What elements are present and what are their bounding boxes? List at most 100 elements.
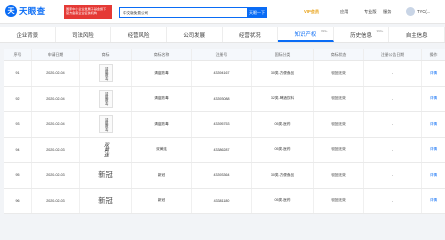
nav-service[interactable]: 服务 xyxy=(383,9,391,15)
col-name: 商标名称 xyxy=(132,49,192,60)
cell-name: 清瘟败毒 xyxy=(132,61,192,86)
search-button-label: 天眼一下 xyxy=(249,9,265,15)
tab-badge: 999+ xyxy=(320,28,328,33)
detail-link[interactable]: 详情 xyxy=(422,112,445,137)
cell-name: 清瘟败毒 xyxy=(132,112,192,137)
section-tabs: 企业背景 司法风险 经营风险 公司发展 经营状况 知识产权 999+ 历史信息 99… xyxy=(0,27,445,43)
trademark-table: 序号 申请日期 商标 商标名称 注册号 国际分类 商标状态 注册公告日期 操作 … xyxy=(4,49,445,214)
cell-mark: 清瘟败毒 xyxy=(80,86,132,111)
cell-notice-date: - xyxy=(364,112,422,137)
logo-text: 天眼查 xyxy=(19,6,46,16)
cell-class: 05类-医药 xyxy=(252,188,314,213)
cell-mark: 清瘟败毒 xyxy=(80,61,132,86)
col-status[interactable]: 商标状态 xyxy=(314,49,364,60)
trademark-image[interactable]: 新冠 xyxy=(98,196,112,206)
cell-date: 2020-02-04 xyxy=(32,86,80,111)
trademark-image[interactable]: 双黄连 xyxy=(103,142,109,157)
table-header: 序号 申请日期 商标 商标名称 注册号 国际分类 商标状态 注册公告日期 操作 xyxy=(4,49,445,61)
cell-mark: 双黄连 xyxy=(80,137,132,162)
trademark-image[interactable]: 新冠 xyxy=(98,170,112,180)
cell-status: 驳回无效 xyxy=(314,86,364,111)
trademark-image[interactable]: 清瘟败毒 xyxy=(98,89,113,108)
nav-pro[interactable]: 专业版 xyxy=(364,9,377,15)
cell-date: 2020-02-03 xyxy=(32,163,80,188)
cell-index: 93 xyxy=(4,112,32,137)
trademark-image[interactable]: 清瘟败毒 xyxy=(98,64,113,83)
logo-icon: 天 xyxy=(5,5,17,17)
tab-intellectual-property[interactable]: 知识产权 999+ xyxy=(278,27,334,42)
col-reg-no: 注册号 xyxy=(192,49,252,60)
tab-judicial-risk[interactable]: 司法风险 xyxy=(56,27,112,42)
user-avatar[interactable] xyxy=(406,7,415,16)
cell-class: 30类-方便食品 xyxy=(252,61,314,86)
promo-line-2: 官方备案企业征信机构 xyxy=(66,11,97,15)
table-row: 93 2020-02-04 清瘟败毒 清瘟败毒 43395753 05类-医药 驳回无效 - 详… xyxy=(4,112,445,138)
cell-notice-date: - xyxy=(364,163,422,188)
detail-link[interactable]: 详情 xyxy=(422,189,445,214)
detail-link[interactable]: 详情 xyxy=(422,87,445,112)
cell-date: 2020-02-03 xyxy=(32,137,80,162)
nav-apps[interactable]: 应用 xyxy=(340,9,348,15)
table-row: 91 2020-02-04 清瘟败毒 清瘟败毒 43394167 30类-方便食品 驳回无效… xyxy=(4,61,445,87)
col-action: 操作 xyxy=(429,51,438,57)
cell-index: 95 xyxy=(4,163,32,188)
cell-mark: 新冠 xyxy=(80,188,132,213)
cell-status: 驳回无效 xyxy=(314,163,364,188)
detail-link[interactable]: 详情 xyxy=(422,138,445,163)
cell-reg-no: 43395753 xyxy=(192,112,252,137)
table-row: 96 2020-02-03 新冠 新冠 43381180 05类-医药 驳回无效 - 详情 xyxy=(4,188,445,214)
col-mark: 商标 xyxy=(80,49,132,60)
site-logo[interactable]: 天 天眼查 xyxy=(5,5,45,17)
tab-operations[interactable]: 经营状况 xyxy=(223,27,279,42)
nav-vip[interactable]: VIP会员 xyxy=(304,9,319,15)
cell-index: 91 xyxy=(4,61,32,86)
promo-banner[interactable]: 国家中小企业发展子基金旗下 官方备案企业征信机构 xyxy=(64,5,112,19)
cell-date: 2020-02-04 xyxy=(32,112,80,137)
cell-date: 2020-02-04 xyxy=(32,61,80,86)
table-row: 92 2020-02-04 清瘟败毒 清瘟败毒 43393088 32类-啤酒饮料 驳回无效… xyxy=(4,86,445,112)
cell-name: 清瘟败毒 xyxy=(132,86,192,111)
cell-name: 新冠 xyxy=(132,188,192,213)
user-name[interactable]: TYC(... xyxy=(417,9,430,14)
cell-notice-date: - xyxy=(364,188,422,213)
cell-notice-date: - xyxy=(364,86,422,111)
search-button[interactable]: 天眼一下 xyxy=(247,7,267,18)
cell-mark: 清瘟败毒 xyxy=(80,112,132,137)
col-date[interactable]: 申请日期 xyxy=(32,49,80,60)
cell-reg-no: 43381180 xyxy=(192,188,252,213)
cell-status: 驳回无效 xyxy=(314,188,364,213)
cell-reg-no: 43393364 xyxy=(192,163,252,188)
cell-reg-no: 43394167 xyxy=(192,61,252,86)
cell-date: 2020-02-03 xyxy=(32,188,80,213)
cell-name: 新冠 xyxy=(132,163,192,188)
table-row: 95 2020-02-03 新冠 新冠 43393364 30类-方便食品 驳回无效 - 详情 xyxy=(4,163,445,189)
cell-class: 05类-医药 xyxy=(252,137,314,162)
tab-development[interactable]: 公司发展 xyxy=(167,27,223,42)
cell-index: 92 xyxy=(4,86,32,111)
tab-history[interactable]: 历史信息 999+ xyxy=(334,27,390,42)
tab-background[interactable]: 企业背景 xyxy=(0,27,56,42)
cell-mark: 新冠 xyxy=(80,163,132,188)
tab-operating-risk[interactable]: 经营风险 xyxy=(111,27,167,42)
cell-class: 30类-方便食品 xyxy=(252,163,314,188)
cell-status: 驳回无效 xyxy=(314,137,364,162)
col-notice-date: 注册公告日期 xyxy=(364,49,422,60)
detail-link[interactable]: 详情 xyxy=(422,61,445,86)
cell-class: 05类-医药 xyxy=(252,112,314,137)
cell-index: 96 xyxy=(4,188,32,213)
trademark-image[interactable]: 清瘟败毒 xyxy=(98,115,113,134)
top-header: 天 天眼查 国家中小企业发展子基金旗下 官方备案企业征信机构 中文版免费公司 天… xyxy=(0,0,445,24)
table-row: 94 2020-02-03 双黄连 双黄连 43386287 05类-医药 驳回无效 - 详情 xyxy=(4,137,445,163)
col-class[interactable]: 国际分类 xyxy=(252,49,314,60)
tab-badge: 999+ xyxy=(376,28,384,33)
detail-link[interactable]: 详情 xyxy=(422,163,445,188)
cell-notice-date: - xyxy=(364,61,422,86)
cell-class: 32类-啤酒饮料 xyxy=(252,86,314,111)
cell-status: 驳回无效 xyxy=(314,61,364,86)
search-input[interactable]: 中文版免费公司 xyxy=(119,7,247,18)
cell-index: 94 xyxy=(4,137,32,162)
cell-reg-no: 43386287 xyxy=(192,137,252,162)
cell-name: 双黄连 xyxy=(132,137,192,162)
tab-self-info[interactable]: 自主信息 xyxy=(389,27,445,42)
cell-status: 驳回无效 xyxy=(314,112,364,137)
